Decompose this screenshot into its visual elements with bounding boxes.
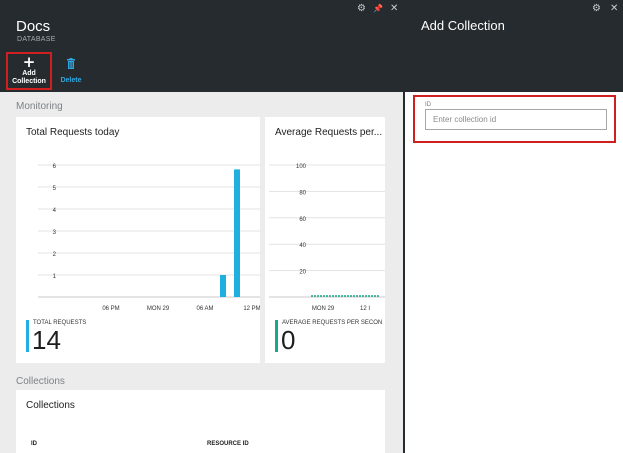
kpi-value: 14 [32, 325, 61, 355]
add-collection-blade: ⚙ ✕ Add Collection ID [405, 0, 623, 453]
database-blade: ⚙ 📌 ✕ Docs DATABASE + Add Collection Del… [0, 0, 403, 453]
blade-title: Docs [16, 18, 51, 35]
x-tick-label: 06 PM [102, 306, 119, 312]
plus-icon: + [22, 53, 36, 71]
blade-header: ⚙ ✕ Add Collection [405, 0, 623, 92]
kpi-average-requests: AVERAGE REQUESTS PER SECON 0 [275, 320, 385, 354]
x-tick-label: 06 AM [196, 306, 213, 312]
y-tick-label: 20 [299, 270, 306, 276]
blade-header: ⚙ 📌 ✕ Docs DATABASE + Add Collection Del… [0, 0, 403, 92]
delete-button[interactable]: Delete [58, 56, 84, 84]
kpi-value: 0 [281, 325, 296, 355]
x-tick-label: 12 PM [243, 306, 260, 312]
blade-title: Add Collection [421, 18, 505, 33]
kpi-accent-bar [26, 320, 29, 352]
collection-id-input[interactable] [425, 109, 607, 130]
kpi-accent-bar [275, 320, 278, 352]
kpi-total-requests: TOTAL REQUESTS 14 [26, 320, 226, 354]
average-requests-chart: 100 80 60 40 20 MON 29 12 I [269, 164, 385, 312]
delete-label: Delete [60, 77, 82, 84]
y-tick-label: 80 [299, 190, 306, 196]
id-label: ID [425, 102, 431, 108]
kpi-label: AVERAGE REQUESTS PER SECON [282, 320, 383, 326]
close-icon[interactable]: ✕ [390, 4, 398, 14]
collections-section-title: Collections [16, 376, 65, 387]
gear-icon[interactable]: ⚙ [357, 4, 366, 14]
y-tick-label: 60 [299, 217, 306, 223]
gear-icon[interactable]: ⚙ [592, 4, 601, 14]
y-tick-label: 40 [299, 243, 306, 249]
total-requests-tile[interactable]: Total Requests today 6 5 4 3 2 1 06 PM MON 29 06… [16, 117, 260, 363]
total-requests-chart: 65432106 PM MON 29 06 AM 12 PM [38, 164, 260, 312]
add-collection-label: Add Collection [12, 70, 46, 85]
portal-workspace: ⚙ 📌 ✕ Docs DATABASE + Add Collection Del… [0, 0, 623, 453]
x-tick-label: MON 29 [147, 306, 170, 312]
close-icon[interactable]: ✕ [610, 4, 618, 14]
add-collection-button[interactable]: + Add Collection [6, 52, 52, 90]
column-header-id[interactable]: ID [31, 441, 37, 447]
x-tick-label: 12 I [360, 306, 370, 312]
tile-title: Collections [26, 400, 75, 411]
bar [220, 275, 226, 297]
trash-icon [67, 58, 75, 69]
blade-subtitle: DATABASE [17, 36, 56, 43]
monitoring-section-title: Monitoring [16, 101, 63, 112]
pin-icon[interactable]: 📌 [373, 4, 383, 14]
average-requests-tile[interactable]: Average Requests per... 100 80 60 40 20 MON 2… [265, 117, 385, 363]
collections-tile[interactable]: Collections [16, 390, 385, 453]
column-header-resource-id[interactable]: RESOURCE ID [207, 441, 249, 447]
y-tick-label: 100 [296, 164, 307, 170]
x-tick-label: MON 29 [312, 306, 335, 312]
bar [234, 169, 240, 297]
